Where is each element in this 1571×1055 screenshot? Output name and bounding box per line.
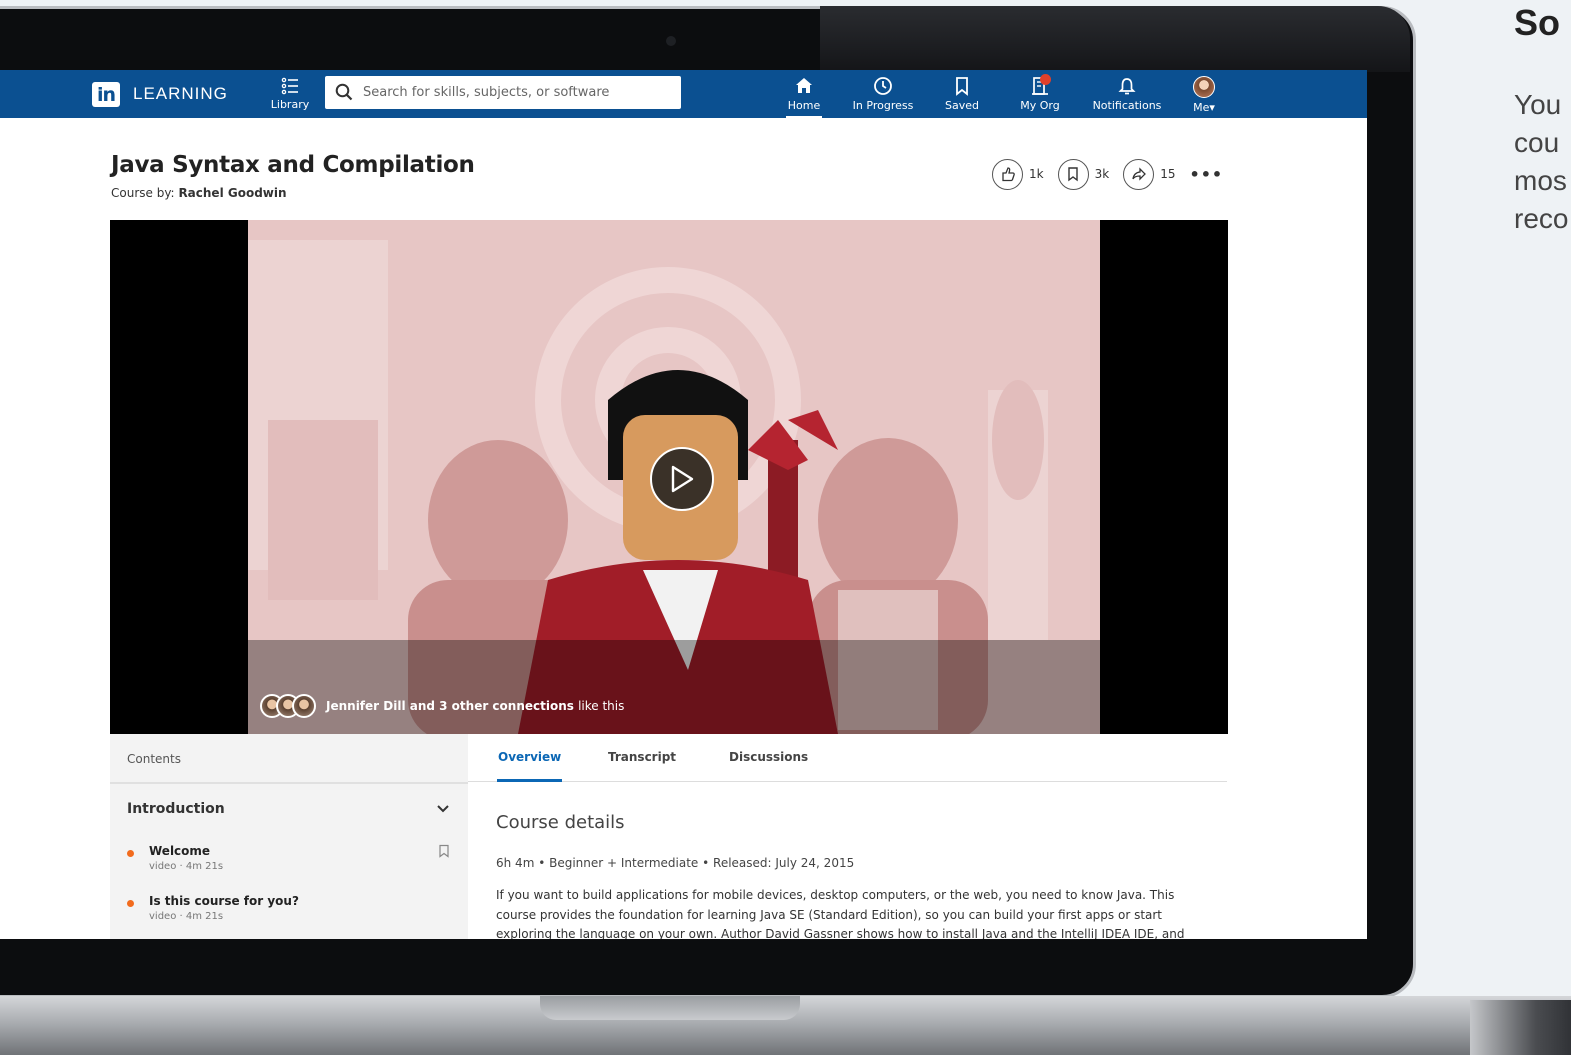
learning-logo-text[interactable]: LEARNING: [133, 84, 228, 104]
lesson-meta: video · 4m 21s: [149, 861, 224, 872]
nav-notifications-label: Notifications: [1092, 99, 1162, 112]
course-release-date: Released: July 24, 2015: [713, 856, 855, 870]
tab-discussions[interactable]: Discussions: [729, 750, 808, 782]
bookmark-icon[interactable]: [438, 844, 450, 858]
nav-notifications[interactable]: Notifications: [1089, 76, 1165, 118]
tab-overview[interactable]: Overview: [497, 750, 563, 782]
tab-transcript[interactable]: Transcript: [608, 750, 676, 782]
nav-library[interactable]: Library: [268, 76, 312, 111]
course-details-heading: Course details: [496, 812, 625, 833]
social-names: Jennifer Dill and 3 other connections: [326, 699, 574, 713]
app-screen: in LEARNING Library Search for skills, s…: [0, 70, 1367, 939]
bookmark-icon: [956, 77, 968, 96]
side-line: cou: [1514, 127, 1560, 158]
play-icon: [671, 465, 694, 493]
social-proof: Jennifer Dill and 3 other connections li…: [260, 694, 624, 718]
side-body: You cou mos reco: [1514, 86, 1571, 238]
course-by-prefix: Course by:: [111, 186, 175, 200]
nav-my-org-label: My Org: [1020, 99, 1060, 112]
more-options-icon[interactable]: •••: [1189, 165, 1223, 184]
contents-panel: Contents Introduction Welcome video · 4m…: [110, 734, 468, 939]
like-count: 1k: [1029, 167, 1044, 181]
side-line: reco: [1514, 203, 1569, 234]
nav-library-label: Library: [270, 98, 310, 111]
share-button[interactable]: [1123, 158, 1155, 190]
laptop-lid-reflection: [820, 6, 1410, 72]
course-description: If you want to build applications for mo…: [496, 888, 1185, 939]
lesson-type: video: [149, 861, 177, 872]
course-details-meta: 6h 4m • Beginner + Intermediate • Releas…: [496, 856, 855, 870]
library-icon: [268, 76, 312, 96]
like-button[interactable]: [992, 158, 1023, 190]
bookmark-icon: [1068, 167, 1078, 182]
play-button[interactable]: [650, 447, 714, 511]
nav-in-progress-label: In Progress: [852, 99, 914, 112]
side-line: mos: [1514, 165, 1567, 196]
nav-home-label: Home: [787, 99, 821, 112]
video-player[interactable]: Jennifer Dill and 3 other connections li…: [110, 220, 1228, 734]
nav-saved-label: Saved: [945, 99, 979, 112]
section-introduction[interactable]: Introduction: [127, 801, 225, 817]
course-title: Java Syntax and Compilation: [111, 152, 475, 178]
search-icon: [335, 83, 353, 101]
course-duration: 6h 4m: [496, 856, 535, 870]
laptop-base-shadow: [1470, 1000, 1571, 1055]
lesson-duration: 4m 21s: [185, 861, 224, 872]
save-button[interactable]: [1057, 158, 1089, 190]
course-author-line: Course by: Rachel Goodwin: [111, 186, 287, 200]
search-box[interactable]: [325, 76, 681, 109]
lesson-status-dot: [127, 850, 134, 857]
lesson-type: video: [149, 911, 177, 922]
save-count: 3k: [1094, 167, 1110, 181]
course-actions: 1k 3k 15 •••: [992, 158, 1223, 190]
side-heading: So: [1514, 2, 1561, 43]
nav-me-menu[interactable]: Me▾: [1188, 76, 1220, 118]
contents-label: Contents: [127, 752, 181, 766]
nav-home[interactable]: Home: [786, 76, 822, 118]
share-icon: [1132, 167, 1146, 181]
social-proof-text[interactable]: Jennifer Dill and 3 other connections li…: [326, 699, 624, 713]
lesson-name: Welcome: [149, 844, 211, 858]
avatar: [1193, 76, 1215, 98]
nav-in-progress[interactable]: In Progress: [851, 76, 915, 118]
search-input[interactable]: [363, 76, 675, 109]
lesson-duration: 4m 21s: [185, 911, 224, 922]
share-count: 15: [1160, 167, 1176, 181]
laptop-base-notch: [540, 996, 800, 1020]
social-suffix: like this: [578, 699, 625, 713]
course-level: Beginner + Intermediate: [549, 856, 699, 870]
side-line: You: [1514, 89, 1562, 120]
camera-icon: [666, 36, 676, 46]
nav-me-label: Me▾: [1193, 101, 1215, 114]
clock-icon: [874, 77, 892, 95]
linkedin-logo[interactable]: in: [92, 82, 120, 107]
lesson-meta: video · 4m 21s: [149, 911, 224, 922]
bell-icon: [1118, 78, 1136, 95]
top-navbar: in LEARNING Library Search for skills, s…: [0, 70, 1367, 118]
home-icon: [796, 78, 812, 93]
lesson-name: Is this course for you?: [149, 894, 299, 908]
divider: [110, 782, 468, 784]
content-tabs: Overview Transcript Discussions: [468, 734, 1227, 782]
chevron-down-icon[interactable]: [436, 804, 450, 814]
course-author[interactable]: Rachel Goodwin: [178, 186, 286, 200]
notification-badge: [1040, 74, 1051, 85]
nav-my-org[interactable]: My Org: [1018, 74, 1062, 118]
lesson-status-dot: [127, 900, 134, 907]
connection-avatar: [292, 694, 316, 718]
nav-saved[interactable]: Saved: [942, 76, 982, 118]
thumbs-up-icon: [1001, 167, 1015, 182]
